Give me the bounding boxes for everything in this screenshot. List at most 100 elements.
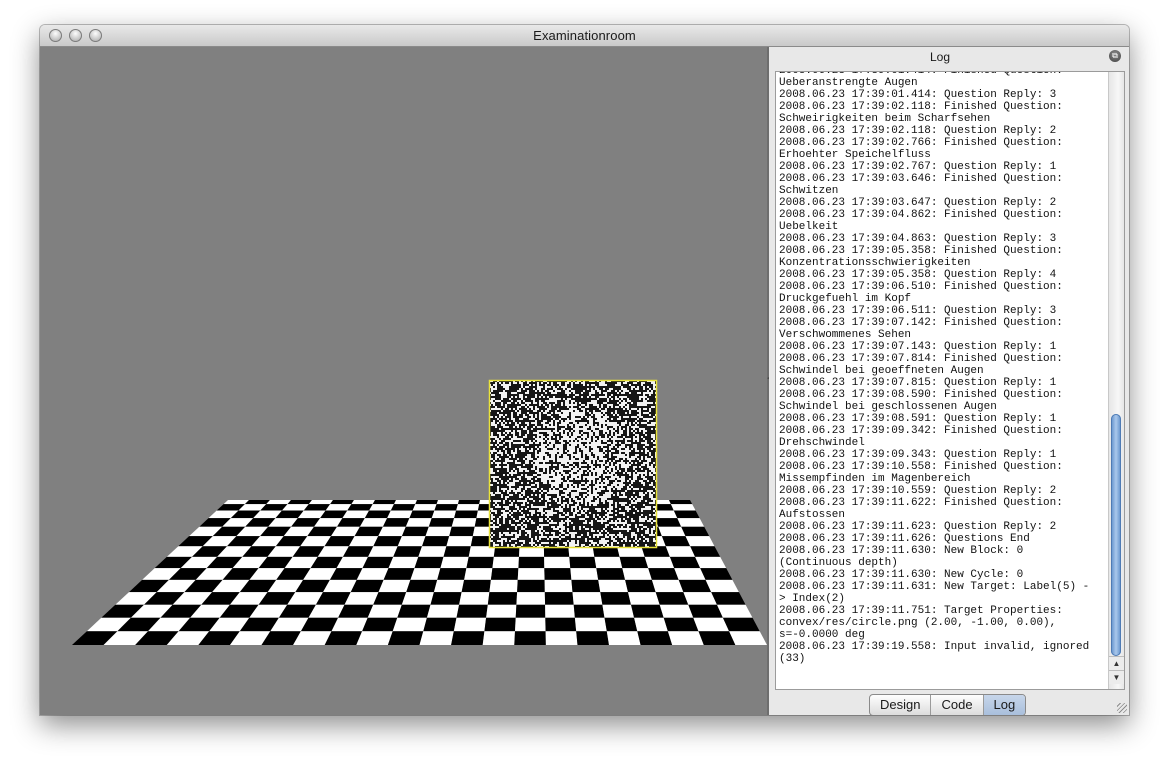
floor-tile [482, 631, 515, 645]
floor-tile [545, 617, 577, 632]
floor-tile [669, 500, 693, 505]
floor-tile [409, 510, 435, 519]
floor-tile [570, 568, 599, 580]
floor-tile [545, 631, 578, 645]
floor-tile [330, 500, 354, 505]
floor-tile [410, 568, 441, 580]
floor-tile [673, 510, 700, 519]
floor-tile [663, 617, 699, 632]
floor-tile [414, 556, 444, 569]
floor-tile [698, 631, 736, 645]
tab-code[interactable]: Code [931, 695, 984, 715]
floor-tile [405, 518, 432, 527]
floor-tile [545, 604, 575, 618]
floor-tile [362, 617, 398, 632]
tab-design[interactable]: Design [870, 695, 932, 715]
floor-tile [722, 617, 760, 632]
floor-tile [634, 617, 668, 632]
floor-tile [518, 556, 545, 569]
floor-tile [492, 556, 519, 569]
floor-tile [600, 592, 631, 605]
log-panel-title: Log [929, 50, 951, 64]
panel-tab-bar: Design Code Log [869, 694, 1027, 715]
floor-tile [651, 579, 684, 593]
floor-tile [670, 504, 696, 511]
floor-tile [364, 510, 391, 519]
floor-tile [665, 546, 696, 557]
floor-tile [693, 617, 730, 632]
floor-tile [423, 617, 457, 632]
floor-tile [325, 504, 352, 511]
floor-tile [367, 604, 402, 618]
floor-tile [515, 604, 546, 618]
floor-tile [596, 568, 626, 580]
floor-tile [690, 546, 721, 557]
floor-tile [425, 526, 452, 537]
floor-tile [373, 592, 407, 605]
floor-tile [440, 556, 469, 569]
floor-tile [598, 579, 628, 593]
floor-tile [459, 592, 490, 605]
app-window: Examinationroom ◀ Log ⧉ 2008.06.23 17:39… [40, 25, 1129, 715]
floor-tile [378, 526, 406, 537]
log-panel: Log ⧉ 2008.06.23 17:39:01.414: Finished … [769, 47, 1129, 715]
floor-tile [658, 526, 686, 537]
floor-tile [378, 579, 411, 593]
title-bar[interactable]: Examinationroom [40, 25, 1129, 47]
arrow-down-icon[interactable]: ▼ [1109, 670, 1124, 684]
floor-tile [394, 500, 417, 505]
floor-tile [661, 536, 691, 547]
floor-tile [419, 631, 454, 645]
floor-tile [602, 604, 635, 618]
floor-tile [392, 617, 427, 632]
floor-tile [443, 546, 471, 557]
floor-tile [356, 631, 393, 645]
floor-tile [655, 592, 689, 605]
floor-tile [387, 631, 424, 645]
floor-tile [729, 631, 767, 645]
resize-grip-icon[interactable] [1117, 703, 1127, 713]
arrow-up-icon[interactable]: ▲ [1109, 656, 1124, 670]
floor-tile [466, 556, 494, 569]
floor-tile [451, 518, 477, 527]
floor-tile [683, 592, 717, 605]
floor-tile [484, 617, 516, 632]
stereo-scene-viewport[interactable] [40, 47, 767, 715]
floor-tile [430, 592, 462, 605]
floor-tile [544, 568, 572, 580]
floor-tile [266, 500, 291, 505]
floor-tile [681, 526, 710, 537]
floor-tile [678, 579, 712, 593]
floor-tile [422, 536, 450, 547]
floor-tile [223, 500, 249, 505]
floor-tile [569, 556, 597, 569]
floor-tile [461, 579, 491, 593]
scroll-thumb[interactable] [1111, 414, 1121, 656]
floor-tile [695, 556, 727, 569]
floor-tile [619, 556, 649, 569]
floor-tile [351, 500, 375, 505]
log-text-area[interactable]: 2008.06.23 17:39:01.414: Finished Questi… [775, 71, 1125, 690]
floor-tile [401, 592, 434, 605]
floor-tile [451, 631, 485, 645]
floor-tile [372, 500, 396, 505]
log-scrollbar[interactable]: ▲ ▼ [1108, 72, 1124, 689]
floor-tile [544, 556, 571, 569]
floor-tile [644, 556, 675, 569]
floor-tile [669, 556, 701, 569]
floor-tile [604, 617, 638, 632]
checkerboard-floor [72, 500, 767, 645]
floor-tile [628, 592, 660, 605]
floor-tile [457, 500, 480, 505]
floor-tile [576, 631, 609, 645]
floor-tile [437, 568, 467, 580]
floor-tile [685, 536, 715, 547]
floor-tile [655, 518, 682, 527]
floor-tile [369, 504, 394, 511]
tab-log[interactable]: Log [983, 695, 1026, 715]
float-window-icon[interactable]: ⧉ [1109, 50, 1121, 62]
floor-tile [606, 631, 641, 645]
floor-tile [515, 617, 546, 632]
floor-tile [573, 604, 605, 618]
scene-canvas [72, 379, 767, 645]
